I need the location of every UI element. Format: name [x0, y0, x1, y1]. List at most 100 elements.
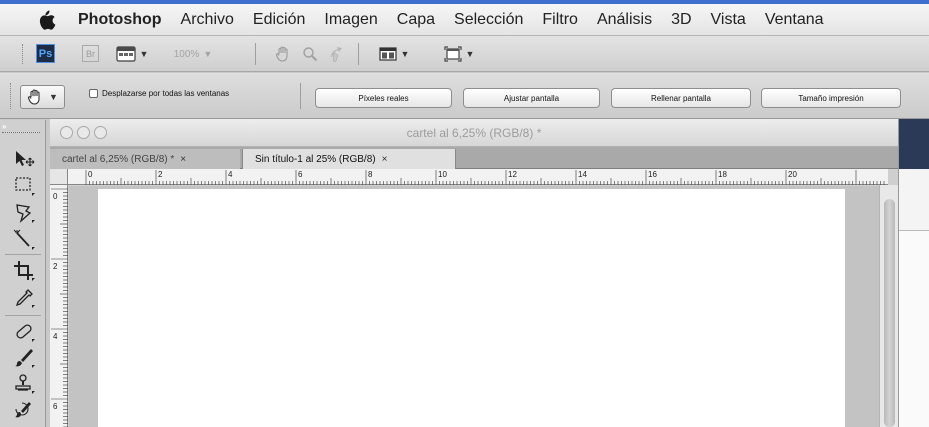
- menu-capa[interactable]: Capa: [397, 11, 435, 29]
- document-title-bar[interactable]: cartel al 6,25% (RGB/8) *: [50, 119, 898, 147]
- ruler-label: 0: [88, 170, 93, 179]
- rotate-view-button[interactable]: [327, 44, 347, 64]
- scroll-all-label: Desplazarse por todas las ventanas: [102, 89, 230, 98]
- eyedropper-tool[interactable]: [13, 287, 37, 309]
- healing-brush-tool[interactable]: [13, 321, 37, 343]
- fit-screen-button[interactable]: Ajustar pantalla: [463, 88, 600, 108]
- crop-tool-icon: [14, 261, 35, 281]
- menu-items: Photoshop Archivo Edición Imagen Capa Se…: [78, 11, 843, 29]
- move-tool-icon: [16, 151, 35, 167]
- tab-label: Sin título-1 al 25% (RGB/8): [255, 153, 376, 165]
- ruler-label: 18: [718, 170, 727, 179]
- tab-label: cartel al 6,25% (RGB/8) *: [62, 153, 175, 165]
- tool-preset-picker[interactable]: ▼: [20, 85, 65, 109]
- arrange-documents-icon: [378, 47, 397, 61]
- menu-photoshop[interactable]: Photoshop: [78, 11, 162, 29]
- document-canvas[interactable]: [98, 189, 845, 427]
- clone-stamp-tool[interactable]: [13, 373, 37, 395]
- document-tabs: cartel al 6,25% (RGB/8) * × Sin título-1…: [50, 147, 898, 169]
- arrange-documents-button[interactable]: ▼: [376, 44, 412, 64]
- apple-logo-icon[interactable]: [34, 8, 58, 32]
- collapse-panel-icon[interactable]: »: [2, 122, 6, 131]
- magic-wand-tool[interactable]: [13, 229, 37, 251]
- healing-brush-tool-icon: [16, 324, 35, 342]
- close-icon[interactable]: ×: [382, 154, 388, 165]
- options-grip: [10, 83, 12, 109]
- bridge-button[interactable]: Br: [82, 45, 99, 62]
- zoom-tool-button[interactable]: [300, 44, 320, 64]
- ruler-label: 6: [53, 402, 58, 411]
- menu-archivo[interactable]: Archivo: [181, 11, 234, 29]
- ruler-origin[interactable]: [50, 169, 68, 185]
- document-window: cartel al 6,25% (RGB/8) * cartel al 6,25…: [50, 119, 898, 427]
- hand-icon: [27, 89, 40, 105]
- scroll-all-checkbox[interactable]: [89, 89, 98, 98]
- panel-strip[interactable]: [899, 169, 929, 231]
- ruler-label: 8: [368, 170, 373, 179]
- ruler-label: 12: [508, 170, 517, 179]
- scroll-all-windows-option[interactable]: Desplazarse por todas las ventanas: [89, 89, 229, 98]
- actual-pixels-button[interactable]: Píxeles reales: [315, 88, 452, 108]
- brush-tool-icon: [15, 349, 35, 368]
- vertical-ruler[interactable]: 0 2 4 6: [50, 185, 68, 427]
- rotate-view-icon: [331, 47, 342, 62]
- chevron-down-icon: ▼: [139, 49, 149, 59]
- clone-stamp-tool-icon: [15, 374, 35, 394]
- separator: [255, 43, 256, 65]
- ruler-label: 4: [53, 332, 58, 341]
- tab-cartel[interactable]: cartel al 6,25% (RGB/8) * ×: [50, 149, 240, 169]
- options-bar: ▼ Desplazarse por todas las ventanas Píx…: [0, 73, 929, 119]
- tool-separator: [5, 254, 41, 255]
- horizontal-ruler[interactable]: 0 2 4 6 8 10 12 14 16 18 20: [68, 169, 888, 185]
- ruler-label: 0: [53, 192, 58, 201]
- move-tool[interactable]: [13, 148, 37, 170]
- eyedropper-tool-icon: [15, 289, 35, 308]
- history-brush-tool[interactable]: [13, 400, 37, 422]
- ruler-label: 4: [228, 170, 233, 179]
- brush-tool[interactable]: [13, 347, 37, 369]
- tab-sin-titulo-1[interactable]: Sin título-1 al 25% (RGB/8) ×: [242, 149, 456, 169]
- menu-vista[interactable]: Vista: [711, 11, 746, 29]
- application-bar: Ps Br ▼ 100% ▼ ▼ ▼: [0, 36, 929, 72]
- ruler-label: 6: [298, 170, 303, 179]
- menu-ventana[interactable]: Ventana: [765, 11, 824, 29]
- marquee-tool[interactable]: [13, 175, 37, 197]
- fill-screen-button[interactable]: Rellenar pantalla: [611, 88, 751, 108]
- menu-filtro[interactable]: Filtro: [542, 11, 578, 29]
- lasso-tool[interactable]: [13, 202, 37, 224]
- zoom-icon: [303, 47, 318, 62]
- ruler-label: 20: [788, 170, 797, 179]
- scrollbar-thumb[interactable]: [884, 199, 895, 427]
- vertical-scrollbar[interactable]: [879, 185, 898, 427]
- menu-bar: Photoshop Archivo Edición Imagen Capa Se…: [0, 0, 929, 36]
- menu-imagen[interactable]: Imagen: [324, 11, 377, 29]
- print-size-button[interactable]: Tamaño impresión: [761, 88, 901, 108]
- menu-edicion[interactable]: Edición: [253, 11, 305, 29]
- screen-mode-icon: [443, 46, 462, 62]
- ruler-label: 10: [438, 170, 447, 179]
- ruler-label: 2: [158, 170, 163, 179]
- close-icon[interactable]: ×: [180, 154, 186, 165]
- mini-bridge-icon: [115, 46, 136, 62]
- mini-bridge-button[interactable]: ▼: [113, 44, 151, 64]
- menu-seleccion[interactable]: Selección: [454, 11, 523, 29]
- chevron-down-icon: ▼: [400, 49, 410, 59]
- menu-3d[interactable]: 3D: [671, 11, 691, 29]
- document-window-title: cartel al 6,25% (RGB/8) *: [406, 126, 542, 140]
- tools-panel-grip[interactable]: [2, 132, 40, 135]
- panel-dock-header: [899, 119, 929, 169]
- photoshop-logo: Ps: [36, 44, 55, 63]
- marquee-tool-icon: [15, 177, 35, 196]
- zoom-level-select[interactable]: 100% ▼: [158, 45, 228, 63]
- crop-tool[interactable]: [13, 260, 37, 282]
- hand-tool-button[interactable]: [273, 44, 293, 64]
- right-panel-area: [898, 119, 929, 427]
- menu-analisis[interactable]: Análisis: [597, 11, 652, 29]
- horizontal-ruler-ticks: 0 2 4 6 8 10 12 14 16 18 20: [85, 170, 885, 185]
- zoom-level-value: 100%: [173, 48, 200, 60]
- screen-mode-button[interactable]: ▼: [441, 44, 477, 64]
- vertical-ruler-ticks: 0 2 4 6: [51, 188, 68, 427]
- separator: [358, 43, 359, 65]
- lasso-tool-icon: [16, 204, 35, 223]
- hand-icon: [275, 46, 288, 62]
